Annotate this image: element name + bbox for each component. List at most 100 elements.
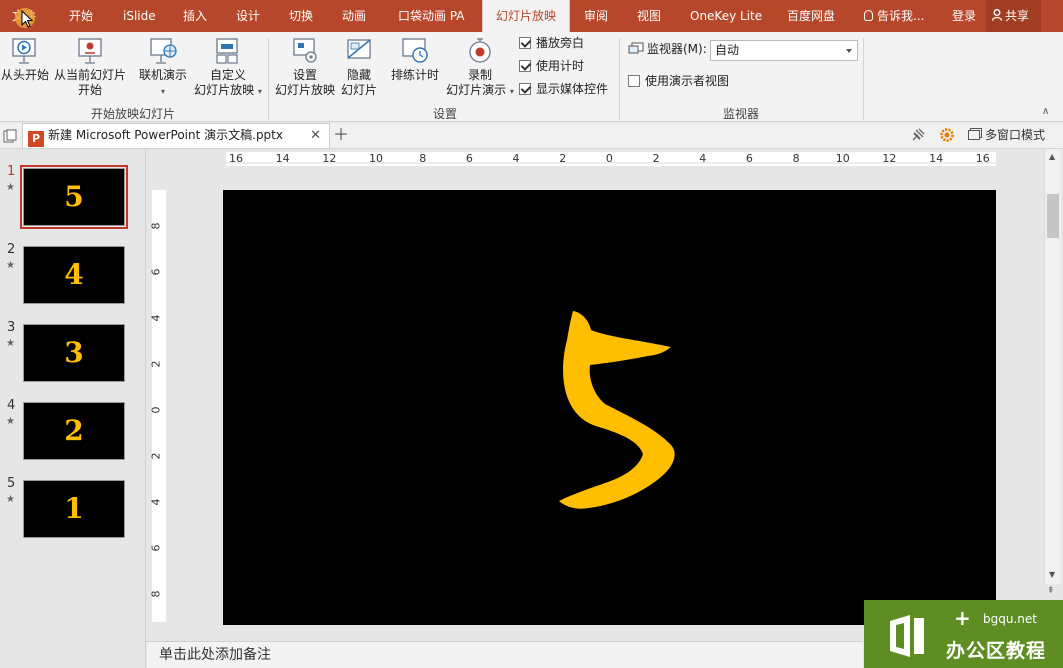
slide-thumbnail-3[interactable]: 3 bbox=[23, 324, 125, 382]
group-label-start: 开始放映幻灯片 bbox=[90, 107, 175, 121]
record-icon bbox=[469, 38, 491, 63]
ruler-tick-label: 14 bbox=[929, 152, 944, 165]
tab-view[interactable]: 视图 bbox=[637, 0, 661, 32]
slide-number: 4 bbox=[7, 398, 16, 413]
slide-thumbnail-pane: 1 ★ 5 2 ★ 4 3 ★ 3 4 ★ 2 5 ★ 1 bbox=[0, 149, 146, 668]
monitor-icon bbox=[628, 42, 644, 54]
ruler-tick-label: 2 bbox=[559, 152, 567, 165]
scroll-down-icon[interactable]: ▼ bbox=[1049, 570, 1055, 579]
record-slideshow-button[interactable]: 录制 幻灯片演示 ▾ bbox=[442, 36, 518, 99]
animation-star-icon: ★ bbox=[6, 494, 15, 505]
tell-me-button[interactable]: 告诉我... bbox=[864, 0, 924, 32]
ruler-tick-label: 8 bbox=[419, 152, 427, 165]
multi-window-button[interactable]: 多窗口模式 bbox=[968, 123, 1045, 147]
ruler-tick-label: 6 bbox=[149, 268, 163, 276]
slide-canvas[interactable] bbox=[223, 190, 996, 625]
monitor-select[interactable]: 自动 bbox=[710, 40, 858, 61]
tab-animations[interactable]: 动画 bbox=[342, 0, 366, 32]
user-icon bbox=[991, 1, 1003, 21]
use-timings-checkbox[interactable]: 使用计时 bbox=[519, 58, 584, 74]
gear-icon[interactable] bbox=[939, 127, 955, 146]
vertical-scrollbar[interactable]: ▲ ▼ bbox=[1044, 149, 1061, 584]
document-list-icon[interactable] bbox=[3, 129, 17, 143]
checkbox-checked-icon bbox=[519, 83, 531, 95]
slide-thumbnail-5[interactable]: 1 bbox=[23, 480, 125, 538]
tab-baidu[interactable]: 百度网盘 bbox=[787, 0, 835, 32]
from-beginning-button[interactable]: 从头开始 bbox=[0, 36, 50, 83]
animation-star-icon: ★ bbox=[6, 416, 15, 427]
tab-slideshow[interactable]: 幻灯片放映 bbox=[482, 0, 570, 32]
checkbox-empty-icon bbox=[628, 75, 640, 87]
play-from-current-icon bbox=[78, 38, 102, 64]
slide-thumbnail-1[interactable]: 5 bbox=[20, 165, 128, 229]
thumbnail-digit: 2 bbox=[64, 414, 84, 447]
tab-pocket-animation[interactable]: 口袋动画 PA bbox=[398, 0, 465, 32]
chevron-down-icon: ▾ bbox=[257, 87, 262, 96]
tab-onekey[interactable]: OneKey Lite bbox=[690, 0, 762, 32]
online-present-button[interactable]: 联机演示 ▾ bbox=[134, 36, 192, 99]
tab-islide[interactable]: iSlide bbox=[123, 0, 156, 32]
ribbon: 从头开始 从当前幻灯片 开始 联机演示 ▾ 自定义 幻灯片放映 ▾ 开始放映幻灯… bbox=[0, 32, 1063, 122]
ruler-tick-label: 4 bbox=[149, 314, 163, 322]
slide-thumbnail-2[interactable]: 4 bbox=[23, 246, 125, 304]
new-tab-button[interactable]: ＋ bbox=[333, 124, 349, 146]
group-label-monitor: 监视器 bbox=[722, 107, 759, 121]
share-button[interactable]: 共享 bbox=[986, 0, 1041, 32]
ruler-tick-label: 6 bbox=[745, 152, 753, 165]
watermark-name: 办公区教程 bbox=[946, 640, 1047, 662]
from-current-slide-button[interactable]: 从当前幻灯片 开始 bbox=[52, 36, 128, 98]
tab-home[interactable]: 开始 bbox=[69, 0, 93, 32]
tab-review[interactable]: 审阅 bbox=[584, 0, 608, 32]
slide-number: 2 bbox=[7, 242, 16, 257]
monitor-label: 监视器(M): bbox=[628, 41, 707, 57]
slide-number: 1 bbox=[7, 164, 16, 179]
horizontal-ruler[interactable]: 16 14 12 10 8 6 4 2 0 2 4 6 8 10 12 14 16 bbox=[226, 152, 996, 166]
show-media-controls-checkbox[interactable]: 显示媒体控件 bbox=[519, 81, 608, 97]
ruler-tick-label: 12 bbox=[882, 152, 897, 165]
login-button[interactable]: 登录 bbox=[952, 0, 976, 32]
document-tab-bar: P 新建 Microsoft PowerPoint 演示文稿.pptx ✕ ＋ 多… bbox=[0, 123, 1063, 149]
ruler-tick-label: 10 bbox=[835, 152, 850, 165]
ruler-tick-label: 4 bbox=[512, 152, 520, 165]
thumbnail-digit: 1 bbox=[64, 492, 84, 525]
play-from-start-icon bbox=[12, 38, 36, 64]
close-icon[interactable]: ✕ bbox=[310, 124, 321, 147]
document-tab[interactable]: P 新建 Microsoft PowerPoint 演示文稿.pptx ✕ bbox=[22, 123, 330, 148]
ribbon-separator bbox=[268, 38, 269, 120]
checkbox-checked-icon bbox=[519, 60, 531, 72]
previous-slide-icon[interactable]: ⇞ bbox=[1047, 587, 1055, 596]
presenter-view-checkbox[interactable]: 使用演示者视图 bbox=[628, 73, 729, 89]
ruler-tick-label: 6 bbox=[149, 544, 163, 552]
slide-thumbnail-4[interactable]: 2 bbox=[23, 402, 125, 460]
ruler-tick-label: 16 bbox=[229, 152, 243, 165]
group-label-setup: 设置 bbox=[432, 107, 457, 121]
play-narration-checkbox[interactable]: 播放旁白 bbox=[519, 35, 584, 51]
plus-icon: + bbox=[954, 606, 971, 630]
animation-star-icon: ★ bbox=[6, 260, 15, 271]
tab-design[interactable]: 设计 bbox=[236, 0, 260, 32]
animation-star-icon: ★ bbox=[6, 182, 15, 193]
online-presentation-icon bbox=[150, 38, 177, 64]
ruler-tick-label: 12 bbox=[322, 152, 337, 165]
tab-transitions[interactable]: 切换 bbox=[289, 0, 313, 32]
pin-icon[interactable] bbox=[910, 127, 926, 146]
notes-pane[interactable]: 单击此处添加备注 bbox=[147, 641, 863, 668]
ruler-tick-label: 8 bbox=[149, 222, 163, 230]
ruler-tick-label: 8 bbox=[792, 152, 800, 165]
custom-slideshow-button[interactable]: 自定义 幻灯片放映 ▾ bbox=[192, 36, 264, 99]
rehearse-timings-button[interactable]: 排练计时 bbox=[386, 36, 444, 83]
tab-insert[interactable]: 插入 bbox=[183, 0, 207, 32]
hide-slide-button[interactable]: 隐藏 幻灯片 bbox=[338, 36, 380, 98]
vertical-ruler[interactable]: 8 6 4 2 0 2 4 6 8 bbox=[149, 190, 166, 622]
scroll-up-icon[interactable]: ▲ bbox=[1049, 152, 1055, 161]
collapse-ribbon-icon[interactable]: ∧ bbox=[1042, 106, 1049, 117]
brush-digit-five bbox=[559, 311, 675, 509]
ruler-tick-label: 14 bbox=[275, 152, 290, 165]
ruler-tick-label: 4 bbox=[149, 498, 163, 506]
scrollbar-thumb[interactable] bbox=[1047, 194, 1059, 238]
thumbnail-digit: 4 bbox=[64, 258, 84, 291]
menu-bar: 文件 开始 iSlide 插入 设计 切换 动画 口袋动画 PA 幻灯片放映 审… bbox=[0, 0, 1063, 32]
watermark-logo: + bgqu.net 办公区教程 bbox=[864, 600, 1063, 668]
ruler-tick-label: 8 bbox=[149, 590, 163, 598]
setup-slideshow-button[interactable]: 设置 幻灯片放映 bbox=[272, 36, 338, 98]
